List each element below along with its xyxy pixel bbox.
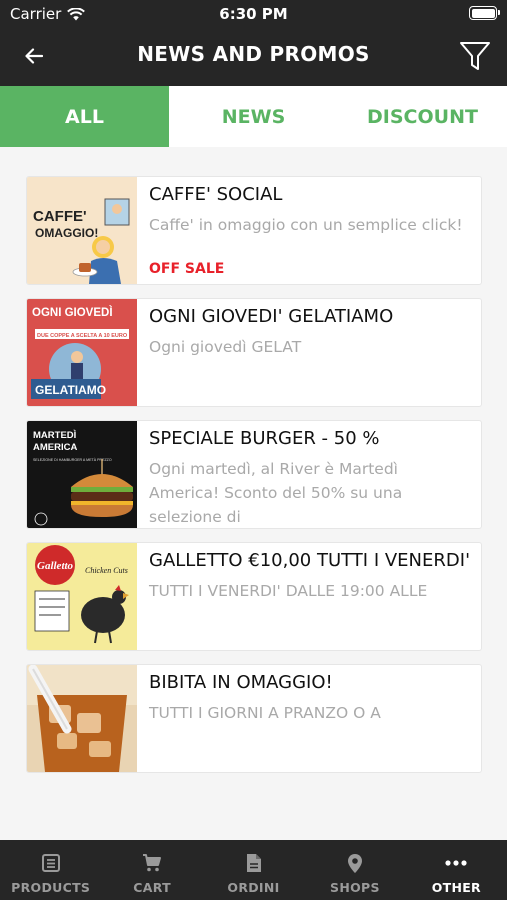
tabbar-label: SHOPS xyxy=(330,880,380,895)
tabbar-label: CART xyxy=(133,880,171,895)
image-text-line2: OMAGGIO! xyxy=(35,226,98,240)
bottom-tab-bar: PRODUCTS CART ORDINI SHOPS OTHER xyxy=(0,840,507,900)
status-time: 6:30 PM xyxy=(219,5,288,23)
battery-icon xyxy=(469,6,500,20)
top-bar: Carrier 6:30 PM NEWS AND PROMOS xyxy=(0,0,507,86)
image-text-small: SELEZIONE DI HAMBURGER A METÀ PREZZO xyxy=(33,458,112,462)
promo-card[interactable]: Galletto Chicken Cuts GALLETTO €10,00 TU… xyxy=(26,542,482,651)
page-title: NEWS AND PROMOS xyxy=(137,42,370,66)
more-dots-icon xyxy=(445,860,467,866)
tabbar-label: PRODUCTS xyxy=(11,880,91,895)
tabbar-item-shops[interactable]: SHOPS xyxy=(304,840,405,900)
promo-description: TUTTI I GIORNI A PRANZO O A xyxy=(149,704,381,722)
image-text-line1: MARTEDÌ xyxy=(33,430,77,441)
location-pin-icon xyxy=(347,853,362,873)
promo-card[interactable]: CAFFE' OMAGGIO! CAFFE' SOCIAL Caffe' in … xyxy=(26,176,482,285)
image-text-line1: CAFFE' xyxy=(33,208,87,225)
promo-description: TUTTI I VENERDI' DALLE 19:00 ALLE xyxy=(149,582,428,600)
tab-news[interactable]: NEWS xyxy=(169,86,338,147)
tabbar-label: OTHER xyxy=(431,880,481,895)
promo-description: Ogni giovedì GELAT xyxy=(149,338,302,356)
promo-description: Ogni martedì, al River è Martedì America… xyxy=(149,460,403,526)
tab-all[interactable]: ALL xyxy=(0,86,169,147)
promo-description: Caffe' in omaggio con un semplice click! xyxy=(149,216,463,234)
promo-title: CAFFE' SOCIAL xyxy=(149,184,283,205)
segment-tabs: ALL NEWS DISCOUNT xyxy=(0,86,507,147)
promo-title: SPECIALE BURGER - 50 % xyxy=(149,428,380,449)
promo-title: GALLETTO €10,00 TUTTI I VENERDI' xyxy=(149,550,471,571)
tab-discount[interactable]: DISCOUNT xyxy=(338,86,507,147)
image-text-small: DUE COPPE A SCELTA A 10 EURO xyxy=(37,333,128,339)
cart-icon xyxy=(143,854,162,872)
promo-image-burger: MARTEDÌ AMERICA SELEZIONE DI HAMBURGER A… xyxy=(27,421,137,528)
list-icon xyxy=(41,854,60,872)
filter-button[interactable] xyxy=(457,38,493,74)
promo-image-galletto: Galletto Chicken Cuts xyxy=(27,543,137,650)
promo-title: BIBITA IN OMAGGIO! xyxy=(149,672,333,693)
promo-image-bibita xyxy=(27,665,137,772)
document-icon xyxy=(246,854,261,872)
tabbar-label: ORDINI xyxy=(227,880,280,895)
tabbar-item-ordini[interactable]: ORDINI xyxy=(203,840,304,900)
promo-image-gelato: OGNI GIOVEDÌ DUE COPPE A SCELTA A 10 EUR… xyxy=(27,299,137,406)
promo-list: CAFFE' OMAGGIO! CAFFE' SOCIAL Caffe' in … xyxy=(26,176,482,786)
tabbar-item-other[interactable]: OTHER xyxy=(406,840,507,900)
tabbar-item-products[interactable]: PRODUCTS xyxy=(0,840,101,900)
promo-card[interactable]: MARTEDÌ AMERICA SELEZIONE DI HAMBURGER A… xyxy=(26,420,482,529)
image-text-line1: Galletto xyxy=(37,560,74,572)
promo-image-caffe: CAFFE' OMAGGIO! xyxy=(27,177,137,284)
image-text-line1: OGNI GIOVEDÌ xyxy=(32,306,113,319)
image-text-line2: AMERICA xyxy=(33,442,77,453)
status-bar: Carrier 6:30 PM xyxy=(0,0,507,28)
image-text-line2: Chicken Cuts xyxy=(85,566,128,575)
promo-card[interactable]: BIBITA IN OMAGGIO! TUTTI I GIORNI A PRAN… xyxy=(26,664,482,773)
tabbar-item-cart[interactable]: CART xyxy=(101,840,202,900)
image-text-line2: GELATIAMO xyxy=(35,383,106,397)
promo-title: OGNI GIOVEDI' GELATIAMO xyxy=(149,306,394,327)
off-sale-badge: OFF SALE xyxy=(149,261,225,277)
navigation-bar: NEWS AND PROMOS xyxy=(0,28,507,86)
promo-card[interactable]: OGNI GIOVEDÌ DUE COPPE A SCELTA A 10 EUR… xyxy=(26,298,482,407)
filter-icon xyxy=(460,42,490,70)
